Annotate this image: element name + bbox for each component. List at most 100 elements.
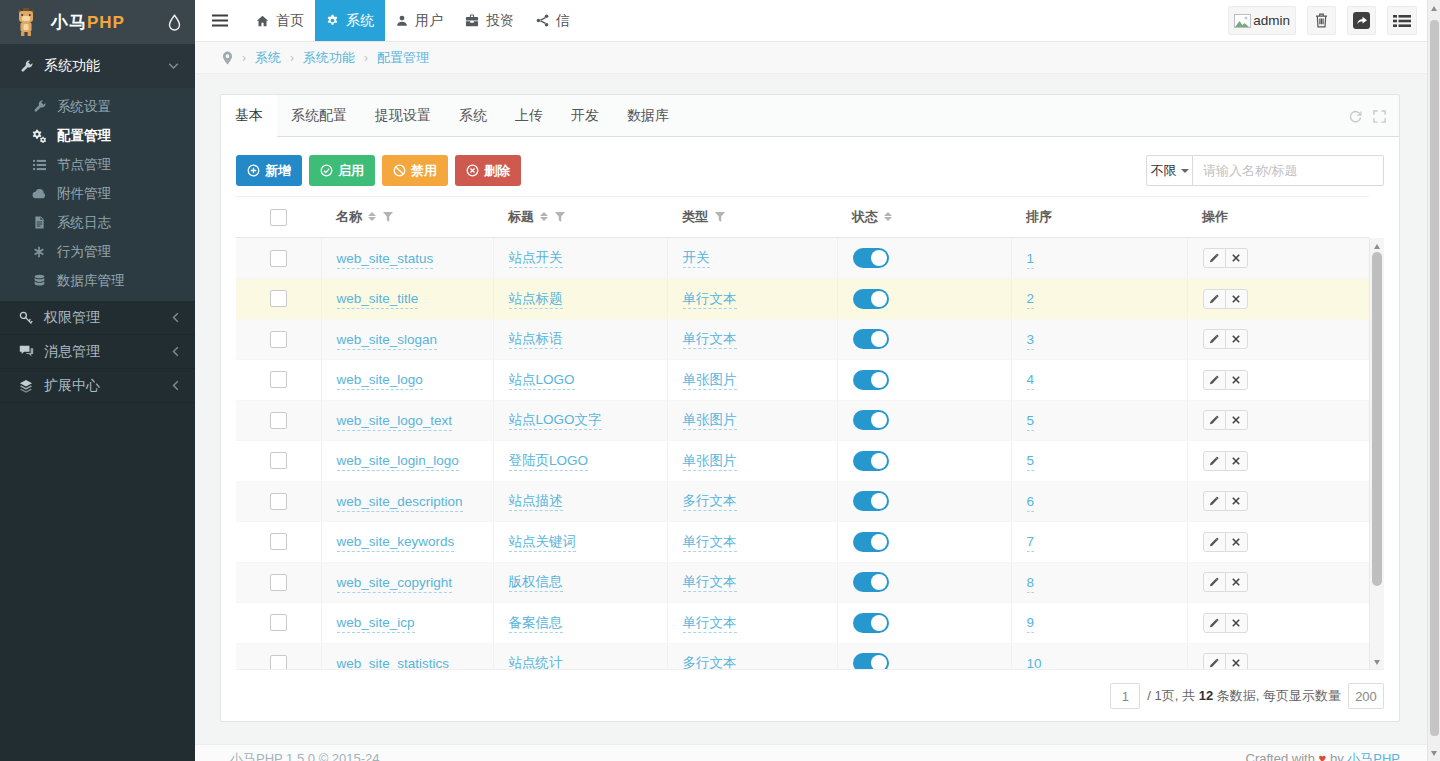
tab-系统[interactable]: 系统 — [445, 95, 501, 136]
delete-row-button[interactable] — [1225, 491, 1248, 511]
sort-icon[interactable] — [540, 212, 548, 221]
row-checkbox[interactable] — [270, 493, 287, 510]
page-size-input[interactable]: 200 — [1348, 683, 1384, 709]
edit-button[interactable] — [1203, 329, 1226, 349]
status-toggle-on[interactable] — [853, 329, 889, 349]
share-button[interactable] — [1347, 6, 1376, 35]
cell-type[interactable]: 多行文本 — [683, 493, 737, 511]
breadcrumb-link[interactable]: 系统 — [255, 49, 281, 67]
cell-name[interactable]: web_site_login_logo — [337, 453, 459, 471]
delete-row-button[interactable] — [1225, 370, 1248, 390]
cell-title[interactable]: 站点开关 — [509, 250, 563, 268]
cell-title[interactable]: 站点LOGO — [509, 372, 575, 390]
cell-order[interactable]: 10 — [1027, 656, 1042, 670]
cell-order[interactable]: 9 — [1027, 615, 1035, 633]
row-checkbox[interactable] — [270, 331, 287, 348]
edit-button[interactable] — [1203, 613, 1226, 633]
cell-title[interactable]: 登陆页LOGO — [509, 453, 589, 471]
delete-row-button[interactable] — [1225, 329, 1248, 349]
sidebar-section-系统功能[interactable]: 系统功能 — [0, 44, 195, 88]
tab-上传[interactable]: 上传 — [501, 95, 557, 136]
edit-button[interactable] — [1203, 653, 1226, 670]
cell-name[interactable]: web_site_logo — [337, 372, 423, 390]
sidebar-toggle-button[interactable] — [195, 0, 245, 41]
row-checkbox[interactable] — [270, 412, 287, 429]
cell-order[interactable]: 1 — [1027, 251, 1035, 269]
tab-基本[interactable]: 基本 — [221, 95, 277, 137]
filter-dropdown[interactable]: 不限 — [1146, 155, 1193, 186]
cell-name[interactable]: web_site_slogan — [337, 332, 438, 350]
cell-order[interactable]: 5 — [1027, 453, 1035, 471]
cell-type[interactable]: 单行文本 — [683, 331, 737, 349]
cell-order[interactable]: 6 — [1027, 494, 1035, 512]
row-checkbox[interactable] — [270, 290, 287, 307]
row-checkbox[interactable] — [270, 250, 287, 267]
cell-type[interactable]: 单张图片 — [683, 412, 737, 430]
delete-row-button[interactable] — [1225, 248, 1248, 268]
cell-order[interactable]: 2 — [1027, 291, 1035, 309]
row-checkbox[interactable] — [270, 452, 287, 469]
edit-button[interactable] — [1203, 572, 1226, 592]
删除-button[interactable]: 删除 — [455, 155, 521, 186]
status-toggle-on[interactable] — [853, 410, 889, 430]
启用-button[interactable]: 启用 — [309, 155, 375, 186]
breadcrumb-link[interactable]: 系统功能 — [303, 49, 355, 67]
cell-title[interactable]: 站点统计 — [509, 655, 563, 670]
edit-button[interactable] — [1203, 532, 1226, 552]
status-toggle-on[interactable] — [853, 289, 889, 309]
delete-row-button[interactable] — [1225, 653, 1248, 670]
row-checkbox[interactable] — [270, 614, 287, 631]
cell-name[interactable]: web_site_statistics — [337, 656, 450, 670]
edit-button[interactable] — [1203, 451, 1226, 471]
page-input[interactable]: 1 — [1110, 683, 1140, 709]
status-toggle-on[interactable] — [853, 572, 889, 592]
status-toggle-on[interactable] — [853, 248, 889, 268]
cell-title[interactable]: 站点描述 — [509, 493, 563, 511]
status-toggle-on[interactable] — [853, 451, 889, 471]
breadcrumb-link[interactable]: 配置管理 — [377, 49, 429, 67]
tab-系统配置[interactable]: 系统配置 — [277, 95, 361, 136]
filter-icon[interactable] — [715, 212, 725, 222]
list-menu-button[interactable] — [1387, 6, 1417, 35]
status-toggle-on[interactable] — [853, 653, 889, 670]
delete-row-button[interactable] — [1225, 451, 1248, 471]
cell-name[interactable]: web_site_logo_text — [337, 413, 453, 431]
cell-title[interactable]: 站点标语 — [509, 331, 563, 349]
cell-name[interactable]: web_site_status — [337, 251, 434, 269]
cell-order[interactable]: 3 — [1027, 332, 1035, 350]
row-checkbox[interactable] — [270, 574, 287, 591]
sidebar-item-数据库管理[interactable]: 数据库管理 — [0, 266, 195, 295]
status-toggle-on[interactable] — [853, 491, 889, 511]
sidebar-item-配置管理[interactable]: 配置管理 — [0, 121, 195, 150]
sidebar-item-系统设置[interactable]: 系统设置 — [0, 92, 195, 121]
sidebar-item-节点管理[interactable]: 节点管理 — [0, 150, 195, 179]
sidebar-item-附件管理[interactable]: 附件管理 — [0, 179, 195, 208]
sort-icon[interactable] — [884, 212, 892, 221]
page-scrollbar[interactable] — [1427, 0, 1440, 761]
cell-type[interactable]: 单行文本 — [683, 291, 737, 309]
cell-type[interactable]: 单行文本 — [683, 574, 737, 592]
cell-title[interactable]: 站点LOGO文字 — [509, 412, 602, 430]
delete-row-button[interactable] — [1225, 289, 1248, 309]
sidebar-section-权限管理[interactable]: 权限管理 — [0, 301, 195, 335]
cell-order[interactable]: 7 — [1027, 534, 1035, 552]
tab-提现设置[interactable]: 提现设置 — [361, 95, 445, 136]
cell-name[interactable]: web_site_description — [337, 494, 463, 512]
cell-title[interactable]: 站点标题 — [509, 291, 563, 309]
status-toggle-on[interactable] — [853, 532, 889, 552]
edit-button[interactable] — [1203, 410, 1226, 430]
sidebar-section-消息管理[interactable]: 消息管理 — [0, 335, 195, 369]
新增-button[interactable]: 新增 — [236, 155, 302, 186]
search-input[interactable] — [1193, 155, 1384, 186]
column-header-标题[interactable]: 标题 — [493, 197, 667, 238]
sidebar-item-行为管理[interactable]: 行为管理 — [0, 237, 195, 266]
status-toggle-on[interactable] — [853, 370, 889, 390]
trash-button[interactable] — [1307, 6, 1336, 35]
cell-name[interactable]: web_site_keywords — [337, 534, 455, 552]
nav-item-信[interactable]: 信 — [525, 0, 581, 41]
refresh-icon[interactable] — [1349, 110, 1362, 123]
row-checkbox[interactable] — [270, 533, 287, 550]
user-menu[interactable]: admin — [1228, 6, 1296, 35]
cell-title[interactable]: 版权信息 — [509, 574, 563, 592]
cell-name[interactable]: web_site_icp — [337, 615, 415, 633]
